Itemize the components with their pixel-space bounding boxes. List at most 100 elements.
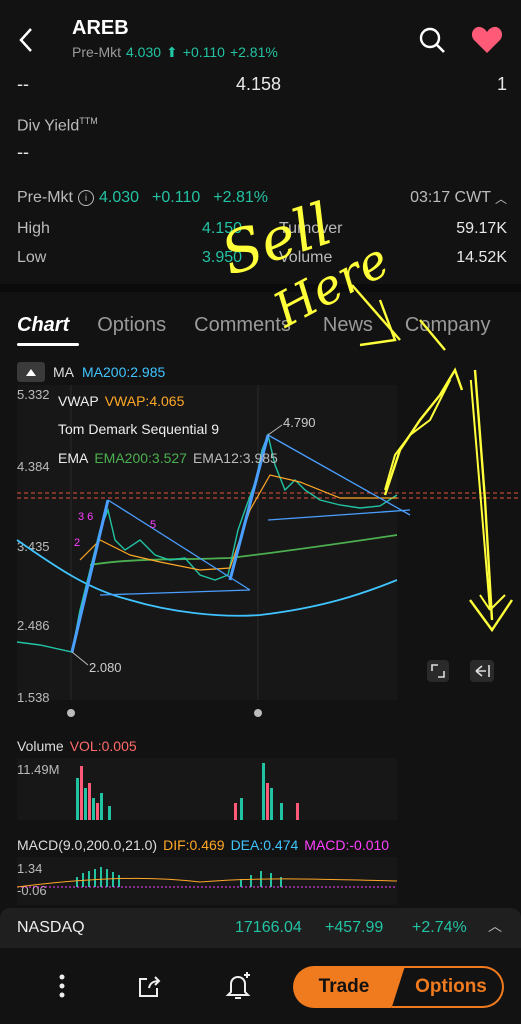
premkt-row: Pre-Mkt i 4.030 +0.110 +2.81% 03:17 CWT …: [17, 189, 507, 207]
low-row: Low 3.950 Volume 14.52K: [17, 249, 507, 267]
turnover-label: Turnover: [279, 220, 343, 237]
macd-value: MACD:-0.010: [304, 837, 390, 853]
header-premkt-pct: +2.81%: [229, 44, 278, 60]
triangle-up-icon: [26, 368, 36, 376]
ma-legend: MA MA200:2.985: [17, 362, 165, 382]
ema-legend: EMA EMA200:3.527 EMA12:3.985: [58, 450, 278, 466]
div-yield-value: --: [17, 142, 29, 162]
up-arrow-icon: ⬆: [166, 44, 178, 60]
premkt-time: 03:17 CWT: [410, 189, 491, 206]
tab-chart-underline: [17, 343, 79, 346]
divider: [0, 284, 521, 292]
stat-left: --: [17, 74, 29, 94]
high-label: High: [17, 220, 50, 237]
tab-comments[interactable]: Comments: [194, 314, 291, 337]
low-annotation: 2.080: [89, 660, 122, 675]
bottom-nav: Trade Options: [0, 948, 521, 1024]
index-name: NASDAQ: [17, 919, 85, 936]
jump-latest-button[interactable]: [470, 660, 494, 682]
high-annotation: 4.790: [283, 415, 316, 430]
td-marker: 5: [150, 519, 156, 531]
premkt-price: 4.030: [99, 189, 140, 206]
premkt-change: +0.110: [152, 189, 201, 206]
y-tick-1: 4.384: [17, 459, 50, 474]
vwap-legend: VWAP VWAP:4.065: [58, 393, 184, 409]
premkt-time-group[interactable]: 03:17 CWT ︿: [410, 189, 507, 207]
header-premkt-label: Pre-Mkt: [72, 44, 121, 60]
macd-chart: 1.34 -0.06: [16, 857, 398, 905]
volume-stat-value: 14.52K: [456, 249, 507, 266]
heart-icon: [471, 26, 503, 53]
ma-value: MA200:2.985: [82, 364, 166, 380]
ticker-symbol: AREB: [72, 17, 129, 39]
collapse-button[interactable]: [17, 362, 45, 382]
search-button[interactable]: [416, 24, 448, 56]
macd-dea: DEA:0.474: [230, 837, 299, 853]
div-yield-label: Div YieldTTM: [17, 116, 98, 135]
div-yield-sup: TTM: [79, 116, 98, 126]
alert-button[interactable]: [222, 970, 254, 1002]
ema200-value: EMA200:3.527: [94, 450, 187, 466]
trade-button[interactable]: Trade: [293, 966, 405, 1008]
fullscreen-button[interactable]: [427, 660, 449, 682]
tdseq-legend: Tom Demark Sequential 9: [58, 421, 220, 437]
macd-tick-top: 1.34: [17, 861, 42, 876]
back-button[interactable]: [12, 24, 40, 56]
macd-label: MACD(9.0,200.0,21.0): [17, 837, 158, 853]
volume-stat-label: Volume: [279, 249, 333, 266]
low-label: Low: [17, 249, 47, 266]
ema-label: EMA: [58, 450, 89, 466]
premkt-left: Pre-Mkt i 4.030 +0.110 +2.81%: [17, 189, 268, 207]
volume-chart: 11.49M: [17, 758, 397, 820]
tab-options[interactable]: Options: [97, 314, 166, 337]
index-ticker-bar[interactable]: NASDAQ 17166.04 +457.99 +2.74% ︿: [0, 908, 521, 948]
high-row: High 4.150 Turnover 59.17K: [17, 220, 507, 238]
tab-company[interactable]: Company: [405, 314, 491, 337]
macd-dif: DIF:0.469: [163, 837, 225, 853]
volume-label: Volume: [17, 738, 64, 754]
ma-label: MA: [53, 364, 74, 380]
premkt-label: Pre-Mkt: [17, 189, 73, 206]
stats-row-1: -- 4.158 1: [17, 74, 507, 95]
more-vertical-icon: [59, 974, 65, 998]
chevron-up-icon: ︿: [494, 191, 507, 206]
low-value: 3.950: [202, 249, 243, 266]
header-premkt: Pre-Mkt 4.030 ⬆ +0.110 +2.81%: [72, 44, 278, 61]
tab-bar: Chart Options Comments News Company: [17, 314, 491, 337]
chevron-up-icon: ︿: [488, 918, 502, 934]
premkt-pct: +2.81%: [213, 189, 268, 206]
vwap-label: VWAP: [58, 393, 99, 409]
sun-icon: [254, 709, 262, 717]
td-marker: 3 6: [78, 511, 93, 523]
y-tick-0: 5.332: [17, 387, 50, 402]
stat-mid: 4.158: [236, 74, 282, 94]
tab-news[interactable]: News: [323, 314, 373, 337]
header-premkt-price: 4.030: [126, 44, 162, 60]
options-label: Options: [415, 976, 487, 997]
ema12-value: EMA12:3.985: [192, 450, 278, 466]
share-icon: [139, 976, 161, 997]
volume-max-tick: 11.49M: [17, 762, 59, 777]
y-tick-4: 1.538: [17, 690, 50, 705]
y-tick-3: 2.486: [17, 618, 50, 633]
info-icon[interactable]: i: [78, 190, 94, 206]
header-premkt-change: +0.110: [182, 44, 225, 60]
high-value: 4.150: [202, 220, 243, 237]
trade-label: Trade: [318, 976, 370, 997]
search-icon: [419, 27, 445, 53]
share-button[interactable]: [134, 970, 164, 1002]
more-button[interactable]: [48, 970, 76, 1002]
options-button[interactable]: Options: [392, 966, 504, 1008]
index-pct: +2.74%: [412, 919, 467, 936]
favorite-button[interactable]: [470, 24, 504, 56]
turnover-value: 59.17K: [456, 220, 507, 237]
volume-legend: Volume VOL:0.005: [17, 738, 137, 754]
td-marker: 2: [74, 537, 80, 549]
index-value: 17166.04: [235, 919, 302, 936]
stat-right: 1: [496, 74, 507, 94]
tab-chart[interactable]: Chart: [17, 314, 69, 337]
div-yield-label-text: Div Yield: [17, 117, 80, 135]
macd-legend: MACD(9.0,200.0,21.0) DIF:0.469 DEA:0.474…: [17, 837, 389, 853]
volume-value: VOL:0.005: [69, 738, 137, 754]
sun-icon: [67, 709, 75, 717]
